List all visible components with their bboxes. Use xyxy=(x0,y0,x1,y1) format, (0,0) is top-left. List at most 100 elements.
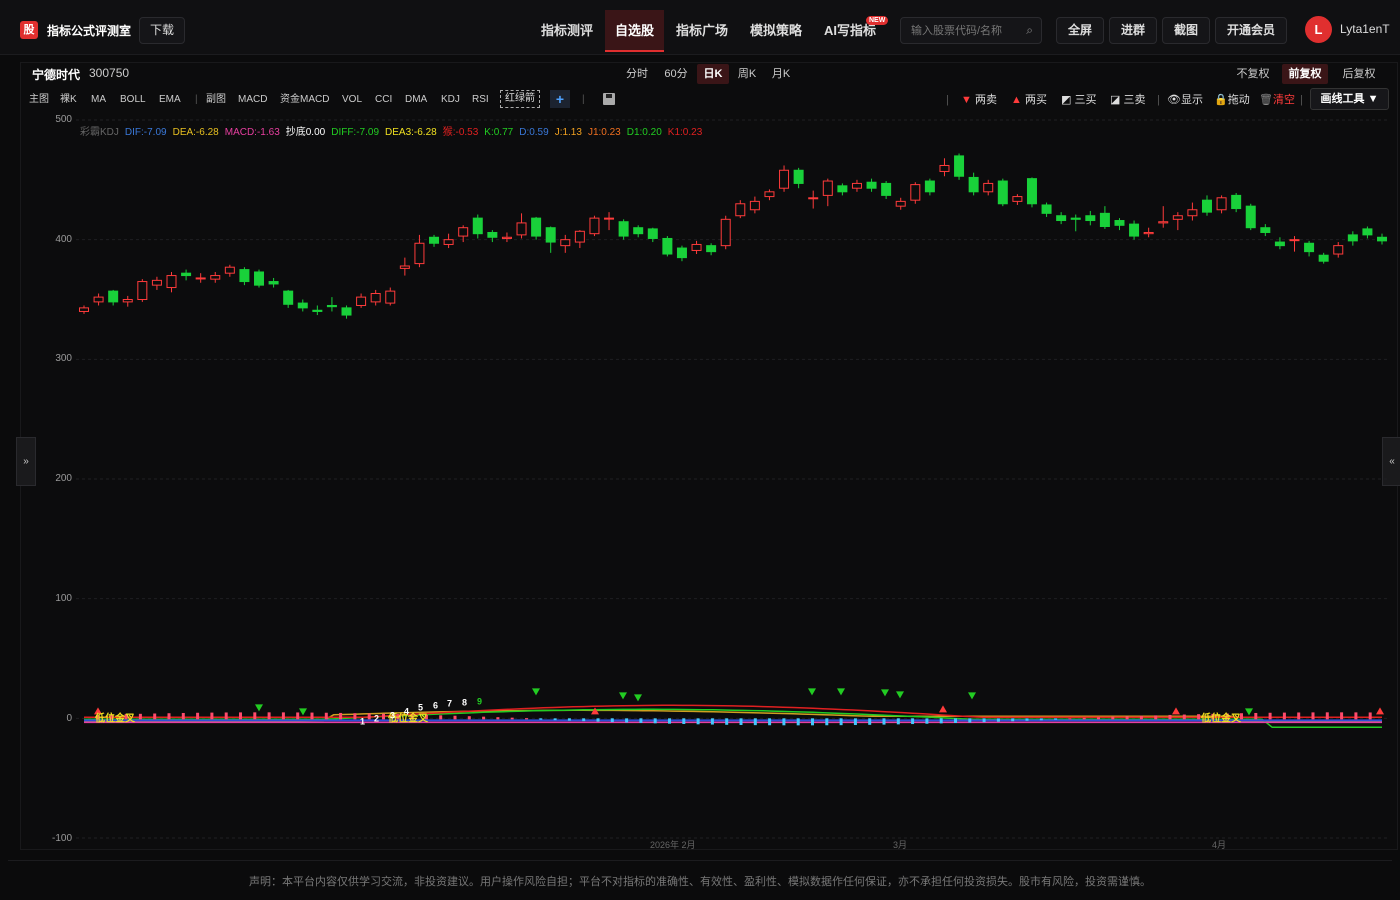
macd-bar xyxy=(925,718,929,724)
macd-bar xyxy=(1011,718,1015,722)
macd-bar xyxy=(1125,716,1129,720)
candle-body xyxy=(691,243,702,251)
legend-item: J:1.13 xyxy=(554,127,582,138)
macd-bar xyxy=(553,718,557,721)
disclaimer: 声明：本平台内容仅供学习交流，非投资建议。用户操作风险自担；平台不对指标的准确性… xyxy=(249,876,1151,888)
legend-item: DEA:-6.28 xyxy=(172,127,219,138)
macd-bar xyxy=(911,718,915,725)
candle-body xyxy=(779,169,790,189)
macd-bar xyxy=(825,718,829,726)
legend-item: D:0.59 xyxy=(519,127,549,138)
candle-body xyxy=(1085,215,1096,222)
candle-body xyxy=(618,221,629,237)
candle-body xyxy=(910,184,921,201)
candle-body xyxy=(137,281,148,300)
macd-bar xyxy=(1025,718,1029,721)
candle-body xyxy=(1362,228,1373,236)
candle-body xyxy=(1187,209,1198,217)
candle-body xyxy=(1216,197,1227,211)
macd-bar xyxy=(982,718,986,723)
macd-bar xyxy=(1068,718,1072,720)
legend-item: J1:0.23 xyxy=(587,127,621,138)
macd-bar xyxy=(196,712,200,720)
buy-triangle-icon xyxy=(1376,707,1384,715)
sell-triangle-icon xyxy=(896,691,904,699)
macd-bar xyxy=(1325,712,1329,720)
sell-triangle-icon xyxy=(808,688,816,696)
macd-bar xyxy=(954,718,957,723)
macd-bar xyxy=(210,712,214,720)
candle-body xyxy=(385,290,396,304)
candle-body xyxy=(429,236,440,244)
sell-triangle-icon xyxy=(837,688,845,696)
candle-body xyxy=(1260,227,1271,233)
macd-bar xyxy=(167,713,171,720)
sequence-count-label: 1 xyxy=(360,716,365,726)
legend-item: DEA3:-6.28 xyxy=(385,127,437,138)
macd-bar xyxy=(153,713,157,720)
macd-bar xyxy=(839,718,843,726)
candle-body xyxy=(472,217,483,235)
candle-body xyxy=(1231,194,1242,210)
macd-bar xyxy=(138,713,142,720)
candle-body xyxy=(370,293,381,303)
candle-body xyxy=(1377,236,1387,242)
candle-body xyxy=(997,180,1008,205)
sequence-count-label: 2 xyxy=(374,713,379,723)
candle-body xyxy=(1099,212,1110,228)
macd-bar xyxy=(710,718,714,725)
candle-body xyxy=(443,239,454,245)
candle-body xyxy=(516,222,527,236)
candle-body xyxy=(356,296,367,306)
candle-body xyxy=(881,182,892,196)
buy-triangle-icon xyxy=(939,705,947,713)
macd-bar xyxy=(653,718,657,724)
macd-bar xyxy=(367,713,371,720)
candle-body xyxy=(283,290,294,305)
sell-triangle-icon xyxy=(255,704,263,712)
candle-body xyxy=(574,230,585,243)
candle-body xyxy=(866,181,877,189)
candle-body xyxy=(1114,220,1125,226)
macd-bar xyxy=(239,712,242,720)
macd-bar xyxy=(1254,712,1258,720)
macd-bar xyxy=(1297,712,1301,720)
candle-body xyxy=(151,279,162,286)
macd-bar xyxy=(567,718,571,721)
macd-bar xyxy=(682,718,686,725)
candle-body xyxy=(604,217,615,220)
macd-bar xyxy=(753,718,757,726)
macd-bar xyxy=(968,718,972,723)
legend-item: K:0.77 xyxy=(484,127,514,138)
macd-bar xyxy=(768,718,772,726)
macd-bar xyxy=(382,713,385,720)
candle-body xyxy=(822,180,833,196)
macd-bar xyxy=(467,716,471,720)
macd-bar xyxy=(896,718,900,725)
macd-bar xyxy=(739,718,743,725)
macd-bar xyxy=(339,712,343,720)
candle-body xyxy=(122,299,133,303)
candle-body xyxy=(531,217,542,237)
macd-bar xyxy=(439,715,443,720)
low-golden-cross-label: 低位金叉 xyxy=(94,711,136,724)
legend-item: 彩霸KDJ xyxy=(80,127,119,138)
sequence-count-label: 6 xyxy=(433,700,438,710)
candle-body xyxy=(224,266,235,274)
candle-body xyxy=(166,275,177,289)
candle-body xyxy=(414,242,425,265)
legend-item: DIF:-7.09 xyxy=(124,127,167,138)
candle-body xyxy=(501,236,512,239)
macd-bar xyxy=(181,712,185,720)
legend-item: D1:0.20 xyxy=(626,127,662,138)
sequence-count-label: 3 xyxy=(390,710,395,720)
indicator-legend: 彩霸KDJ DIF:-7.09 DEA:-6.28 MACD:-1.63 抄底0.00 D… xyxy=(80,123,708,138)
macd-bar xyxy=(868,718,872,725)
macd-bar xyxy=(882,718,886,725)
macd-bar xyxy=(1182,714,1186,720)
candle-body xyxy=(1172,215,1183,220)
macd-bar xyxy=(725,718,729,725)
macd-bar xyxy=(696,718,700,725)
macd-bar xyxy=(1097,717,1100,720)
candle-body xyxy=(181,272,192,277)
